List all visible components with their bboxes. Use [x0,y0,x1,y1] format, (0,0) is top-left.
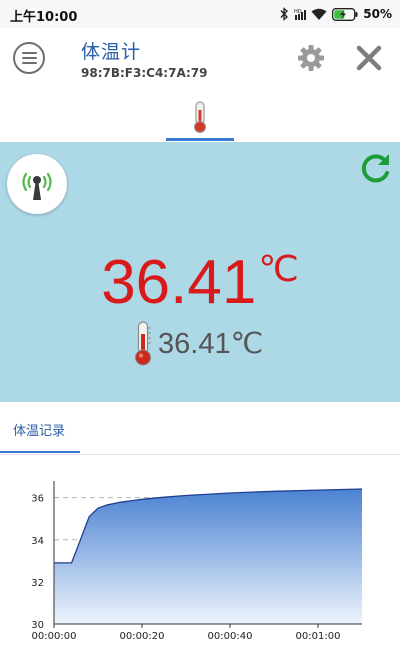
y-tick-label: 30 [31,620,44,631]
menu-icon-line [21,52,37,54]
secondary-temperature: 36.41℃ [158,327,264,360]
app-bar: 体温计 98:7B:F3:C4:7A:79 [0,28,400,90]
wifi-icon [311,8,327,20]
temperature-unit: ℃ [258,248,299,289]
hd-icon: HD [294,9,307,20]
y-tick-label: 34 [31,536,44,547]
x-tick-label: 00:00:40 [208,631,253,642]
secondary-reading: 36.41℃ [130,320,263,366]
battery-charging-icon [332,7,358,21]
series-area [54,489,362,624]
menu-icon-line [21,57,37,59]
status-bar: 上午10:00 HD 50% [0,0,400,28]
page-title: 体温计 [81,41,142,63]
temperature-value: 36.41 [101,248,257,317]
thermometer-icon [194,101,206,133]
record-header: 体温记录 [0,402,400,455]
svg-text:HD: HD [294,9,302,15]
tab-thermometer[interactable] [186,100,214,134]
menu-icon-line [21,62,37,64]
connection-button[interactable] [7,154,67,214]
refresh-icon[interactable] [358,150,394,186]
temperature-chart: 30 32 34 36 00:00:00 00:00:20 00:00:40 00:01:00 [0,455,400,660]
signal-antenna-icon [22,172,52,200]
gear-icon[interactable] [297,44,325,72]
x-tick-label: 00:00:20 [120,631,165,642]
y-tick-label: 32 [31,578,44,589]
tab-bar [0,90,400,142]
reading-panel: 36.41℃ 36.41℃ [0,142,400,402]
temperature-reading: 36.41℃ [0,232,400,320]
bluetooth-icon [280,7,289,21]
tab-temperature-record[interactable]: 体温记录 [13,420,65,439]
battery-percent: 50% [363,7,392,21]
chart-svg: 30 32 34 36 00:00:00 00:00:20 00:00:40 00:01:00 [31,481,363,642]
status-icons: HD 50% [279,5,392,23]
y-tick-label: 36 [31,494,44,505]
thermometer-icon [135,321,151,366]
close-icon[interactable] [356,45,382,71]
tab-indicator [166,138,234,141]
device-address: 98:7B:F3:C4:7A:79 [81,66,208,80]
menu-button[interactable] [13,42,45,74]
record-tab-indicator [0,451,80,453]
status-time: 上午10:00 [10,10,78,25]
x-tick-label: 00:01:00 [296,631,341,642]
x-tick-label: 00:00:00 [32,631,77,642]
